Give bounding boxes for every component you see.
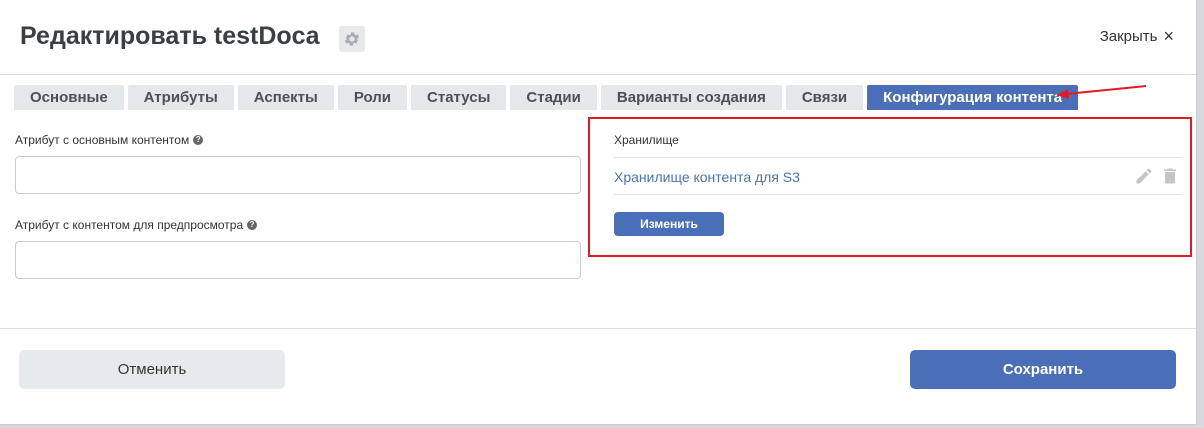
tab-roles[interactable]: Роли [337, 85, 408, 110]
annotation-arrow [1056, 85, 1147, 99]
preview-content-label: Атрибут с контентом для предпросмотра [15, 218, 244, 232]
pencil-icon[interactable] [1134, 166, 1154, 186]
storage-item-link[interactable]: Хранилище контента для S3 [614, 169, 800, 185]
tab-creation-variants[interactable]: Варианты создания [600, 85, 782, 110]
close-label: Закрыть [1099, 28, 1158, 45]
cancel-button[interactable]: Отменить [19, 350, 285, 389]
main-content-label-row: Атрибут с основным контентом ? [15, 133, 204, 147]
help-icon[interactable]: ? [247, 220, 258, 230]
edit-dialog: Редактировать testDoca Закрыть × Основны… [0, 0, 1197, 425]
dialog-header: Редактировать testDoca Закрыть × [0, 0, 1196, 75]
storage-label: Хранилище [614, 133, 679, 147]
gear-icon [344, 32, 360, 46]
tab-bar: Основные Атрибуты Аспекты Роли Статусы С… [14, 85, 1079, 110]
footer-divider [0, 328, 1196, 329]
tab-stages[interactable]: Стадии [510, 85, 597, 110]
settings-gear-button[interactable] [339, 26, 365, 52]
help-icon[interactable]: ? [193, 135, 204, 145]
storage-item-row: Хранилище контента для S3 [614, 157, 1182, 195]
change-storage-button[interactable]: Изменить [614, 212, 724, 236]
tab-basic[interactable]: Основные [14, 85, 124, 110]
preview-content-label-row: Атрибут с контентом для предпросмотра ? [15, 218, 258, 232]
main-content-label: Атрибут с основным контентом [15, 133, 190, 147]
tab-content-configuration[interactable]: Конфигурация контента [867, 85, 1079, 110]
main-content-attribute-input[interactable] [15, 156, 581, 194]
tab-aspects[interactable]: Аспекты [237, 85, 334, 110]
tab-statuses[interactable]: Статусы [411, 85, 507, 110]
close-icon: × [1163, 26, 1174, 46]
preview-content-attribute-input[interactable] [15, 241, 581, 279]
tab-attributes[interactable]: Атрибуты [127, 85, 234, 110]
dialog-title: Редактировать testDoca [20, 22, 320, 50]
close-button[interactable]: Закрыть × [1099, 26, 1174, 46]
tab-relations[interactable]: Связи [785, 85, 864, 110]
trash-icon[interactable] [1160, 165, 1180, 187]
storage-panel: Хранилище Хранилище контента для S3 Изме… [588, 117, 1192, 257]
save-button[interactable]: Сохранить [910, 350, 1176, 389]
